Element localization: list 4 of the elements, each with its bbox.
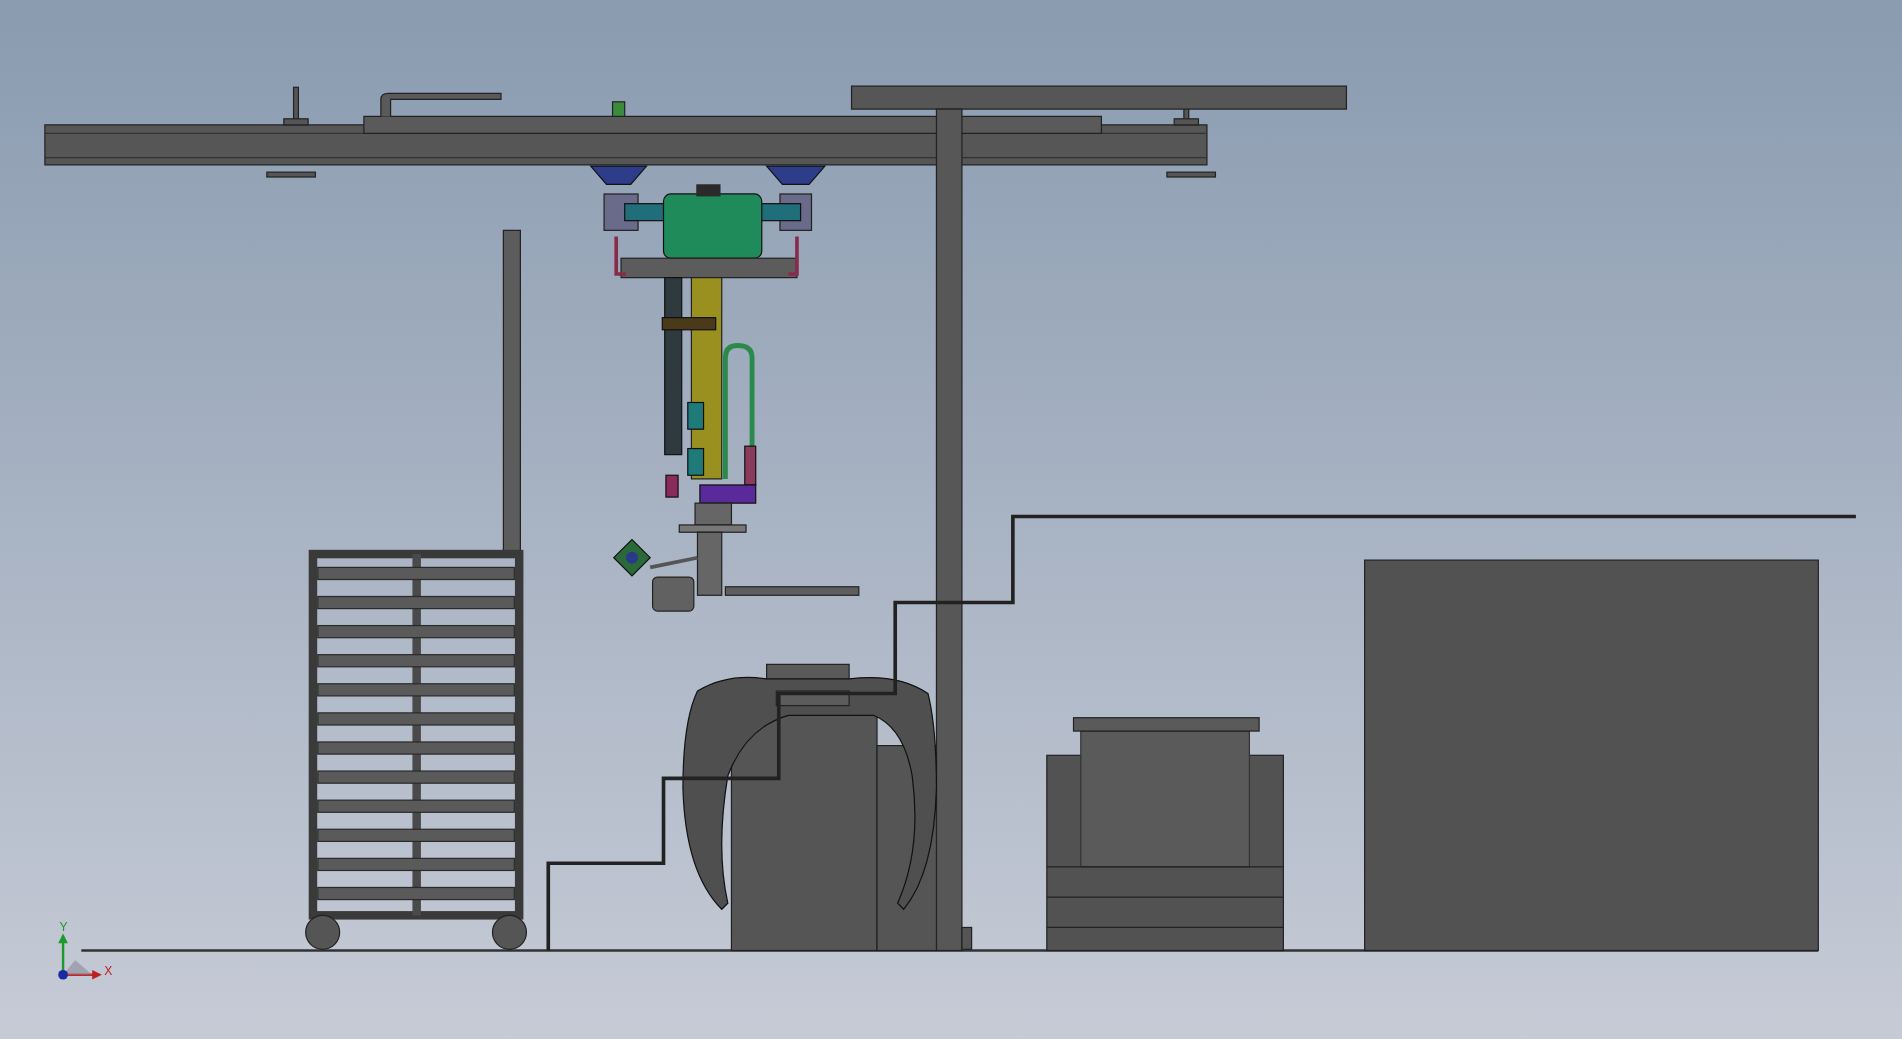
column-foot: [961, 926, 973, 950]
y-axis-label: Y: [59, 920, 68, 935]
axis-triad-drawing: [58, 933, 102, 980]
x-axis-label: X: [104, 963, 113, 978]
